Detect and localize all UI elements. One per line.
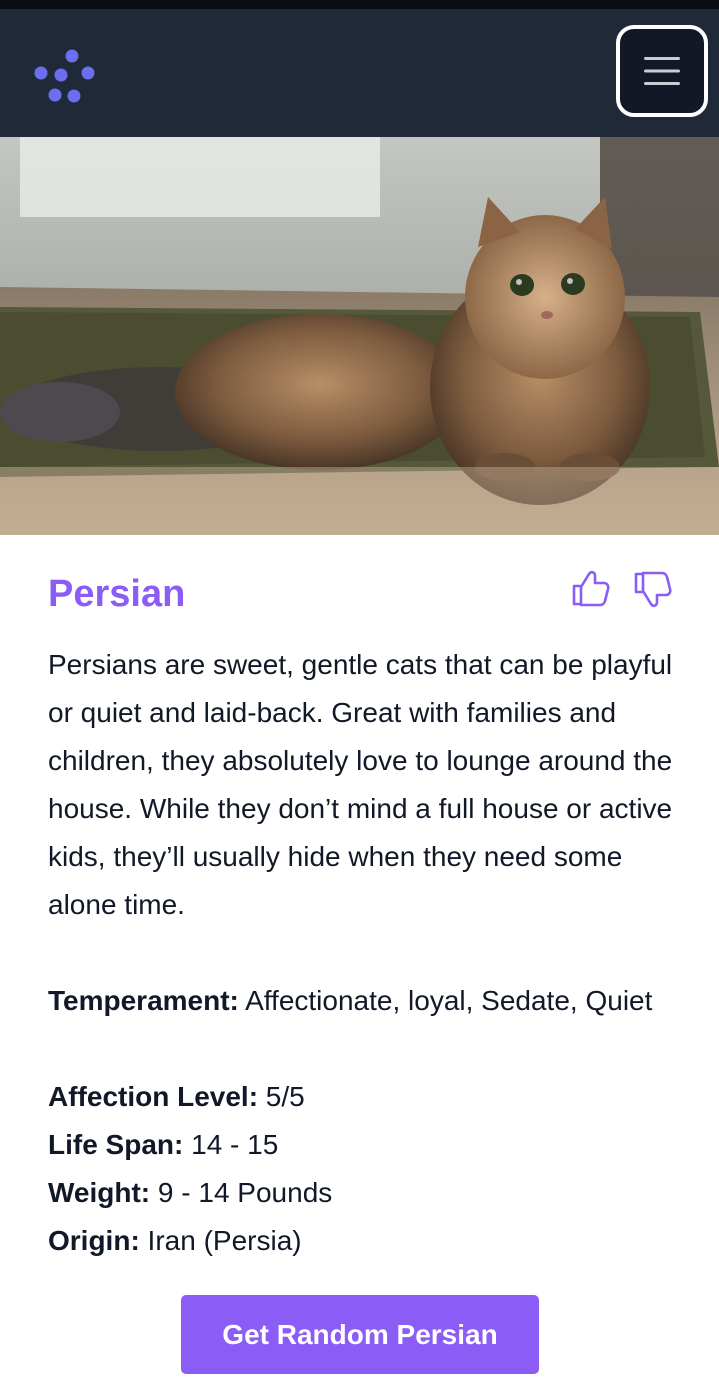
navbar: [0, 9, 719, 137]
affection-value: 5/5: [258, 1081, 305, 1112]
get-random-button[interactable]: Get Random Persian: [181, 1295, 539, 1374]
temperament-label: Temperament:: [48, 985, 239, 1016]
logo-dots-icon[interactable]: [30, 45, 96, 111]
thumbs-down-icon[interactable]: [632, 569, 672, 609]
origin-value: Iran (Persia): [139, 1225, 302, 1256]
persian-cat-image: [0, 137, 719, 535]
breed-description: Persians are sweet, gentle cats that can…: [48, 649, 673, 920]
status-strip: [0, 0, 719, 9]
hamburger-menu-icon: [644, 57, 680, 85]
weight-row: Weight: 9 - 14 Pounds: [48, 1169, 674, 1217]
affection-row: Affection Level: 5/5: [48, 1073, 674, 1121]
menu-button[interactable]: [616, 25, 708, 117]
lifespan-label: Life Span:: [48, 1129, 184, 1160]
breed-name: Persian: [48, 573, 186, 615]
temperament-value: Affectionate, loyal, Sedate, Quiet: [238, 985, 653, 1016]
weight-value: 9 - 14 Pounds: [150, 1177, 333, 1208]
lifespan-value: 14 - 15: [183, 1129, 279, 1160]
temperament-row: Temperament: Affectionate, loyal, Sedate…: [48, 977, 674, 1025]
thumbs-up-icon[interactable]: [570, 569, 610, 609]
weight-label: Weight:: [48, 1177, 151, 1208]
cat-photo: [0, 137, 719, 535]
lifespan-row: Life Span: 14 - 15: [48, 1121, 674, 1169]
origin-row: Origin: Iran (Persia): [48, 1217, 674, 1265]
title-row: Persian: [48, 569, 674, 619]
origin-label: Origin:: [48, 1225, 140, 1256]
affection-label: Affection Level:: [48, 1081, 259, 1112]
